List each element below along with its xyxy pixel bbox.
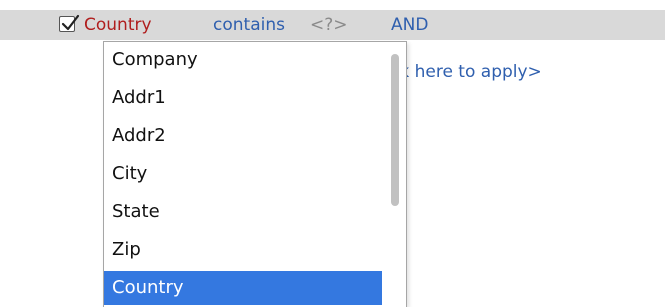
scrollbar-thumb[interactable] bbox=[391, 54, 399, 206]
filter-value-placeholder[interactable]: <?> bbox=[310, 13, 348, 37]
dropdown-item-state[interactable]: State bbox=[104, 195, 382, 229]
filter-field-link[interactable]: Country bbox=[84, 13, 152, 37]
dropdown-item-company[interactable]: Company bbox=[104, 43, 382, 77]
dropdown-item-country[interactable]: Country bbox=[104, 271, 382, 305]
filter-operator-link[interactable]: contains bbox=[213, 13, 285, 37]
dropdown-item-city[interactable]: City bbox=[104, 157, 382, 191]
dropdown-item-zip[interactable]: Zip bbox=[104, 233, 382, 267]
filter-editor: Country contains <?> AND ck here to appl… bbox=[0, 0, 665, 307]
filter-conjunction-link[interactable]: AND bbox=[391, 13, 428, 37]
dropdown-item-addr2[interactable]: Addr2 bbox=[104, 119, 382, 153]
checkmark-icon bbox=[61, 14, 80, 31]
apply-hint-link[interactable]: ck here to apply> bbox=[390, 60, 542, 84]
filter-enabled-checkbox[interactable] bbox=[59, 14, 80, 32]
field-dropdown-list: Company Addr1 Addr2 City State Zip Count… bbox=[103, 41, 407, 307]
dropdown-scrollbar[interactable] bbox=[382, 42, 406, 307]
dropdown-item-addr1[interactable]: Addr1 bbox=[104, 81, 382, 115]
